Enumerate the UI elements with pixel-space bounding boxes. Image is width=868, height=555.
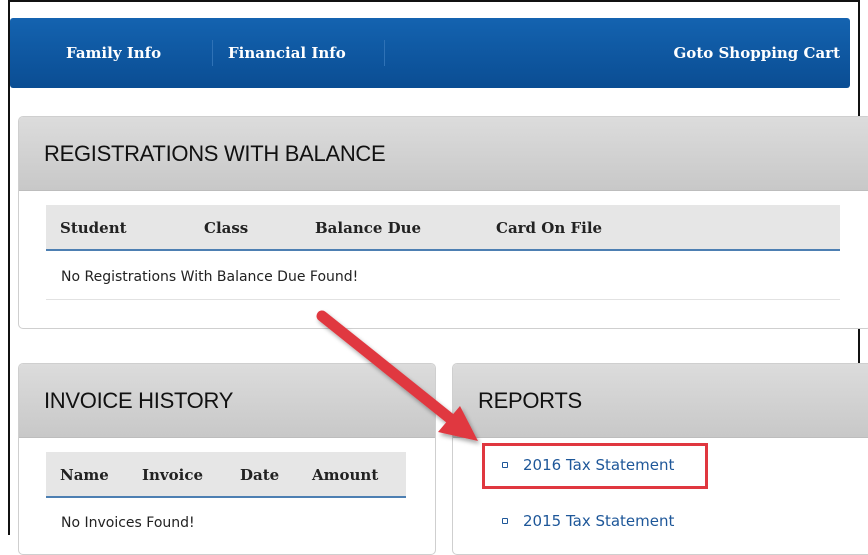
report-link-2015-tax-statement[interactable]: 2015 Tax Statement: [523, 512, 674, 530]
registrations-panel: REGISTRATIONS WITH BALANCE Student Class…: [18, 116, 868, 329]
registrations-panel-title: REGISTRATIONS WITH BALANCE: [19, 117, 868, 191]
goto-shopping-cart-link[interactable]: Goto Shopping Cart: [674, 18, 841, 88]
invoice-history-title: INVOICE HISTORY: [19, 364, 435, 438]
column-header-amount[interactable]: Amount: [312, 452, 378, 498]
nav-family-info[interactable]: Family Info: [66, 18, 161, 88]
nav-divider: [384, 40, 385, 66]
nav-divider: [212, 40, 213, 66]
row-divider: [46, 299, 840, 300]
list-bullet-icon: [502, 518, 508, 524]
registrations-table-header: Student Class Balance Due Card On File: [46, 205, 840, 251]
column-header-student[interactable]: Student: [60, 205, 127, 251]
column-header-date[interactable]: Date: [240, 452, 279, 498]
column-header-class[interactable]: Class: [204, 205, 248, 251]
highlight-box: [482, 443, 708, 489]
invoice-table-header: Name Invoice Date Amount: [46, 452, 406, 498]
column-header-invoice[interactable]: Invoice: [142, 452, 203, 498]
column-header-balance-due[interactable]: Balance Due: [315, 205, 421, 251]
reports-title: REPORTS: [453, 364, 868, 438]
top-navbar: Family Info Financial Info Goto Shopping…: [10, 18, 850, 88]
column-header-name[interactable]: Name: [60, 452, 109, 498]
invoice-history-panel: INVOICE HISTORY Name Invoice Date Amount…: [18, 363, 436, 555]
invoices-empty-message: No Invoices Found!: [61, 515, 195, 531]
registrations-empty-message: No Registrations With Balance Due Found!: [61, 269, 359, 285]
nav-financial-info[interactable]: Financial Info: [228, 18, 346, 88]
column-header-card-on-file[interactable]: Card On File: [496, 205, 602, 251]
